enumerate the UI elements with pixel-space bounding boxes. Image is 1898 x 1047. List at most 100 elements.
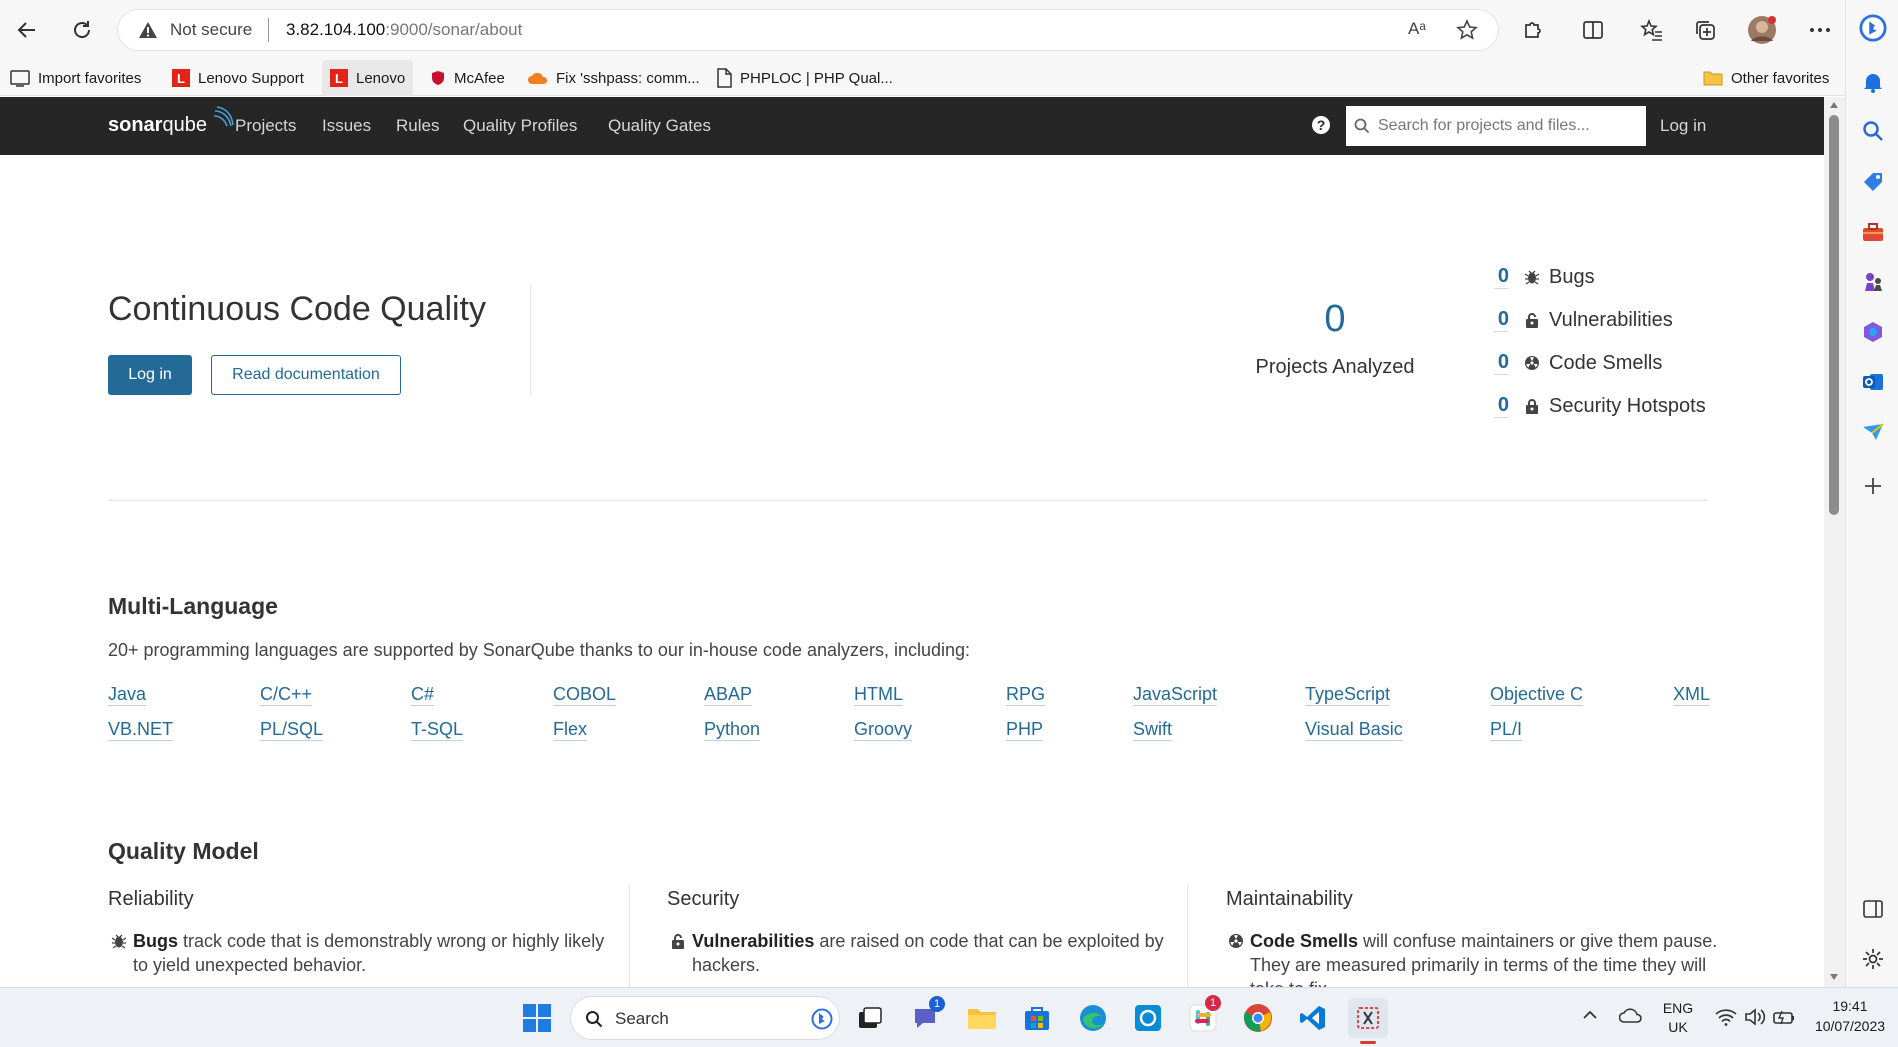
shopping-button[interactable]: [1859, 168, 1887, 196]
volume-icon[interactable]: [1744, 1008, 1766, 1026]
search-sidebar-button[interactable]: [1859, 117, 1887, 145]
language-link[interactable]: COBOL: [553, 683, 617, 706]
tools-button[interactable]: [1859, 218, 1887, 246]
nav-issues[interactable]: Issues: [322, 97, 371, 155]
search-input[interactable]: [1346, 106, 1646, 146]
favorite-lenovo[interactable]: L Lenovo: [322, 60, 414, 96]
chevron-up-icon[interactable]: [1582, 1010, 1598, 1020]
clock-time[interactable]: 19:41: [1810, 998, 1890, 1014]
language-indicator-line1[interactable]: ENG: [1660, 1000, 1696, 1016]
chrome-button[interactable]: [1238, 998, 1278, 1038]
language-link[interactable]: Objective C: [1490, 683, 1584, 706]
stat-bugs: 0 Bugs: [1494, 263, 1595, 291]
slack-button[interactable]: 1: [1183, 995, 1223, 1038]
cortana-button[interactable]: [1128, 998, 1168, 1038]
edge-taskbar-button[interactable]: [1073, 998, 1113, 1038]
language-link[interactable]: T-SQL: [411, 718, 464, 741]
wifi-icon[interactable]: [1715, 1008, 1737, 1026]
language-link[interactable]: ABAP: [704, 683, 753, 706]
bugs-count[interactable]: 0: [1494, 265, 1509, 289]
teams-badge: 1: [929, 996, 945, 1012]
lenovo-logo-icon: L: [330, 69, 348, 87]
language-link[interactable]: HTML: [854, 683, 903, 706]
language-link[interactable]: Groovy: [854, 718, 913, 741]
bugs-label: Bugs: [1549, 265, 1595, 288]
bing-icon: [1859, 14, 1887, 42]
nav-quality-profiles[interactable]: Quality Profiles: [463, 97, 577, 155]
language-link[interactable]: Flex: [553, 718, 588, 741]
clock-date[interactable]: 10/07/2023: [1810, 1018, 1890, 1034]
battery-icon[interactable]: [1772, 1008, 1796, 1026]
language-link[interactable]: Python: [704, 718, 761, 741]
language-link[interactable]: PL/SQL: [260, 718, 324, 741]
extensions-button[interactable]: [1516, 13, 1550, 47]
url-text[interactable]: 3.82.104.100:9000/sonar/about: [286, 20, 522, 40]
radiation-icon: [1523, 354, 1541, 372]
language-link[interactable]: C/C++: [260, 683, 313, 706]
vscode-button[interactable]: [1293, 998, 1333, 1038]
split-screen-button[interactable]: [1576, 13, 1610, 47]
nav-quality-gates[interactable]: Quality Gates: [608, 97, 711, 155]
sidebar-settings-button[interactable]: [1859, 945, 1887, 973]
favorite-star-icon[interactable]: [1456, 19, 1478, 41]
favorite-other[interactable]: Other favorites: [1703, 60, 1829, 96]
language-link[interactable]: Visual Basic: [1305, 718, 1403, 741]
code-smells-count[interactable]: 0: [1494, 351, 1509, 375]
bug-icon: [1523, 268, 1541, 286]
file-explorer-button[interactable]: [962, 998, 1002, 1038]
refresh-button[interactable]: [65, 13, 99, 47]
taskbar-search[interactable]: Search: [570, 996, 840, 1040]
vulnerabilities-count[interactable]: 0: [1494, 308, 1509, 332]
language-link[interactable]: Swift: [1133, 718, 1173, 741]
security-hotspots-count[interactable]: 0: [1494, 394, 1509, 418]
login-button[interactable]: Log in: [108, 355, 192, 395]
sonarqube-logo[interactable]: sonarqube: [108, 106, 234, 137]
address-bar[interactable]: Not secure 3.82.104.100:9000/sonar/about…: [118, 10, 1498, 50]
language-indicator-line2[interactable]: UK: [1660, 1019, 1696, 1035]
read-documentation-button[interactable]: Read documentation: [211, 355, 401, 395]
games-button[interactable]: [1859, 268, 1887, 296]
favorite-lenovo-support[interactable]: L Lenovo Support: [172, 60, 304, 96]
outlook-button[interactable]: [1859, 368, 1887, 396]
add-sidebar-app-button[interactable]: [1859, 472, 1887, 500]
favorites-button[interactable]: [1635, 13, 1669, 47]
projects-analyzed-count[interactable]: 0: [1300, 298, 1370, 341]
language-link[interactable]: TypeScript: [1305, 683, 1391, 706]
read-aloud-icon[interactable]: Aᵃ: [1408, 19, 1426, 39]
snipping-tool-button[interactable]: [1348, 998, 1388, 1044]
notifications-button[interactable]: [1859, 68, 1887, 96]
back-button[interactable]: [10, 13, 44, 47]
language-link[interactable]: VB.NET: [108, 718, 174, 741]
hide-sidebar-button[interactable]: [1859, 895, 1887, 923]
drop-button[interactable]: [1859, 418, 1887, 446]
nav-login[interactable]: Log in: [1660, 97, 1706, 155]
language-link[interactable]: PL/I: [1490, 718, 1523, 741]
language-link[interactable]: PHP: [1006, 718, 1044, 741]
task-view-button[interactable]: [850, 998, 890, 1038]
settings-menu-button[interactable]: [1803, 13, 1837, 47]
onedrive-cloud-icon[interactable]: [1619, 1007, 1643, 1023]
scroll-up-icon[interactable]: [1829, 101, 1839, 109]
profile-avatar[interactable]: [1745, 13, 1779, 47]
scroll-down-icon[interactable]: [1829, 973, 1839, 981]
language-link[interactable]: RPG: [1006, 683, 1046, 706]
page-scrollbar[interactable]: [1824, 97, 1845, 987]
language-link[interactable]: C#: [411, 683, 435, 706]
nav-projects[interactable]: Projects: [235, 97, 296, 155]
start-button[interactable]: [517, 998, 557, 1038]
language-link[interactable]: JavaScript: [1133, 683, 1218, 706]
scrollbar-thumb[interactable]: [1829, 115, 1839, 515]
store-button[interactable]: [1017, 998, 1057, 1038]
favorite-mcafee[interactable]: McAfee: [430, 60, 505, 96]
nav-rules[interactable]: Rules: [396, 97, 439, 155]
help-icon[interactable]: ?: [1312, 116, 1330, 134]
language-link[interactable]: XML: [1673, 683, 1711, 706]
microsoft-365-button[interactable]: [1859, 318, 1887, 346]
collections-button[interactable]: [1688, 13, 1722, 47]
favorite-import[interactable]: Import favorites: [10, 60, 141, 96]
favorite-sshpass[interactable]: Fix 'sshpass: comm...: [528, 60, 700, 96]
bing-chat-button[interactable]: [1859, 14, 1887, 42]
teams-chat-button[interactable]: 1: [905, 996, 945, 1038]
language-link[interactable]: Java: [108, 683, 147, 706]
favorite-phploc[interactable]: PHPLOC | PHP Qual...: [716, 60, 893, 96]
